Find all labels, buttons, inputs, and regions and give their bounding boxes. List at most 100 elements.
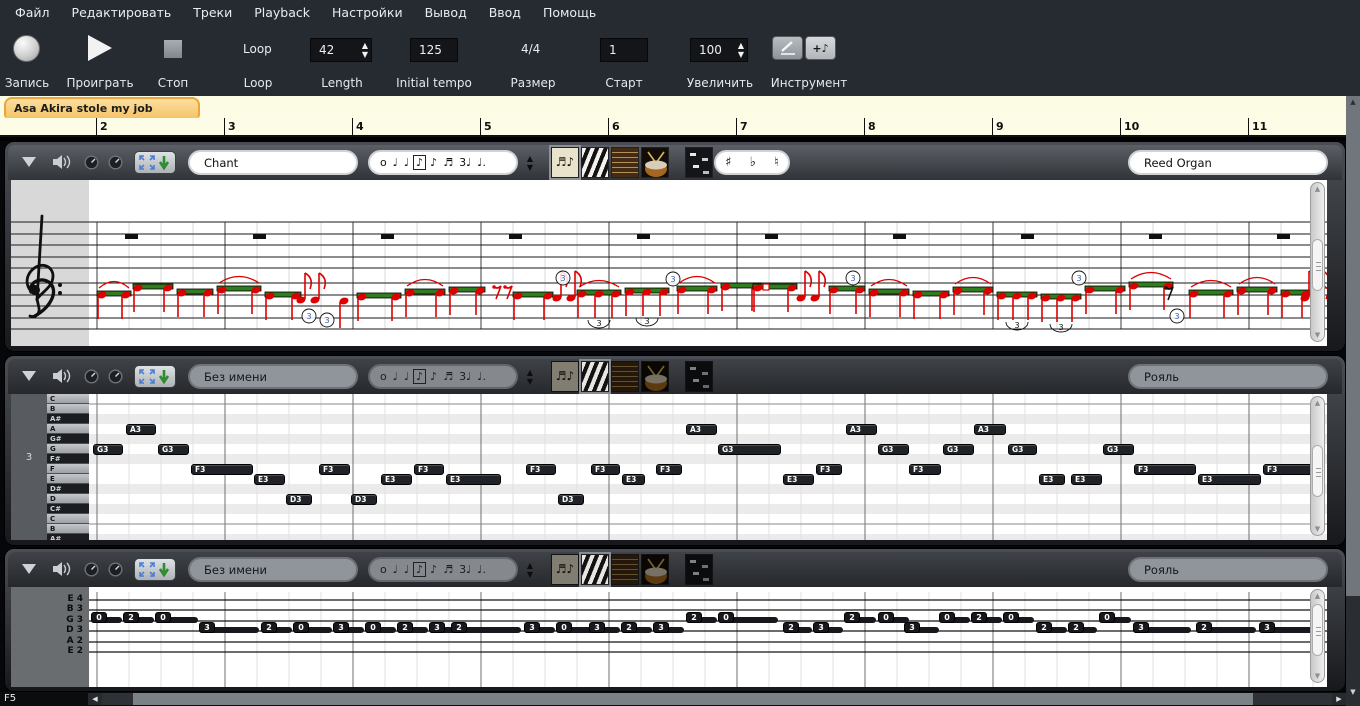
piano-key-C#[interactable]: C# <box>47 504 89 514</box>
tab-note-fret[interactable]: 2 <box>261 622 277 633</box>
piano-key-B[interactable]: B <box>47 404 89 414</box>
pianoroll-note[interactable]: D3 <box>558 494 584 505</box>
tab-note-fret[interactable]: 0 <box>293 622 309 633</box>
piano-key-E[interactable]: E <box>47 474 89 484</box>
duration-0-button[interactable]: o <box>378 563 389 576</box>
pianoroll-note[interactable]: A3 <box>126 424 156 435</box>
piano-key-A#[interactable]: A# <box>47 534 89 540</box>
add-note-button[interactable]: +♪ <box>805 36 836 60</box>
view-notation-button[interactable]: ♬♪ <box>551 147 579 178</box>
pianoroll-note[interactable]: G3 <box>878 444 909 455</box>
menu-item-3[interactable]: Playback <box>243 0 321 26</box>
play-icon[interactable] <box>88 35 112 61</box>
tab-note-fret[interactable]: 0 <box>718 612 734 623</box>
accidental-1-button[interactable]: ♭ <box>750 155 756 170</box>
speaker-icon[interactable] <box>52 367 72 389</box>
pianoroll-note[interactable]: F3 <box>319 464 350 475</box>
scroll-up-icon[interactable]: ▲ <box>1311 185 1324 193</box>
duration-6-button[interactable]: 3♩ <box>457 156 473 169</box>
notation-canvas[interactable]: 33333333333▲▼ <box>11 180 1327 346</box>
pianoroll-note[interactable]: F3 <box>414 464 444 475</box>
pan-knob-icon[interactable] <box>108 369 123 388</box>
instrument-field[interactable]: Рояль <box>1128 364 1328 389</box>
scroll-down-icon[interactable]: ▼ <box>1311 672 1324 680</box>
expand-import-button[interactable] <box>134 151 176 174</box>
view-tracker-button[interactable] <box>685 147 713 178</box>
tab-note-fret[interactable]: 0 <box>939 612 955 623</box>
duration-4-button[interactable]: ♪ <box>428 563 439 576</box>
duration-2-button[interactable]: ♩ <box>402 156 411 169</box>
tab-note-fret[interactable]: 2 <box>1036 622 1052 633</box>
tab-note-fret[interactable]: 2 <box>783 622 799 633</box>
piano-key-A#[interactable]: A# <box>47 414 89 424</box>
pianoroll-note[interactable]: E3 <box>1198 474 1261 485</box>
record-icon[interactable] <box>13 35 40 62</box>
piano-key-D[interactable]: D <box>47 494 89 504</box>
scrollbar-thumb[interactable] <box>1312 604 1323 656</box>
pianoroll-note[interactable]: F3 <box>1134 464 1196 475</box>
length-spinbox[interactable]: 42 ▲▼ <box>310 38 372 62</box>
view-tracker-button[interactable] <box>685 554 713 585</box>
pianoroll-note[interactable]: G3 <box>718 444 781 455</box>
pianoroll-canvas[interactable]: 3CBA#AG#GF#FED#DC#CBA#G3A3G3F3E3D3F3D3E3… <box>11 394 1327 540</box>
pianoroll-note[interactable]: E3 <box>783 474 814 485</box>
tab-note-fret[interactable]: 3 <box>904 622 920 633</box>
pianoroll-note[interactable]: E3 <box>381 474 412 485</box>
pan-knob-icon[interactable] <box>108 155 123 174</box>
volume-knob-icon[interactable] <box>84 369 99 388</box>
volume-knob-icon[interactable] <box>84 155 99 174</box>
instrument-field[interactable]: Reed Organ <box>1128 150 1328 175</box>
duration-2-button[interactable]: ♩ <box>402 563 411 576</box>
tab-note-fret[interactable]: 2 <box>1196 622 1212 633</box>
volume-knob-icon[interactable] <box>84 562 99 581</box>
piano-key-C[interactable]: C <box>47 514 89 524</box>
track-name-field[interactable]: Без имени <box>188 557 358 582</box>
view-piano-button[interactable] <box>581 361 609 392</box>
speaker-icon[interactable] <box>52 153 72 175</box>
duration-7-button[interactable]: ♩. <box>475 563 488 576</box>
pianoroll-note[interactable]: A3 <box>974 424 1006 435</box>
pianoroll-note[interactable]: D3 <box>351 494 377 505</box>
tab-note-fret[interactable]: 3 <box>429 622 445 633</box>
piano-key-A[interactable]: A <box>47 424 89 434</box>
pianoroll-note[interactable]: D3 <box>286 494 312 505</box>
pianoroll-note[interactable]: E3 <box>254 474 285 485</box>
tab-note-fret[interactable]: 2 <box>1068 622 1084 633</box>
duration-spinner[interactable]: ▲▼ <box>522 366 538 387</box>
pianoroll-note[interactable]: E3 <box>622 474 645 485</box>
length-spin-arrows[interactable]: ▲▼ <box>362 41 368 59</box>
duration-0-button[interactable]: o <box>378 370 389 383</box>
pianoroll-note[interactable]: A3 <box>846 424 877 435</box>
duration-0-button[interactable]: o <box>378 156 389 169</box>
view-guitar-button[interactable] <box>611 554 639 585</box>
menu-item-1[interactable]: Редактировать <box>61 0 183 26</box>
scroll-left-icon[interactable]: ◀ <box>88 693 102 705</box>
pianoroll-note[interactable]: E3 <box>1071 474 1102 485</box>
instrument-field[interactable]: Рояль <box>1128 557 1328 582</box>
zoom-spin-arrows[interactable]: ▲▼ <box>738 41 744 59</box>
track-vertical-scrollbar[interactable]: ▲▼ <box>1310 396 1325 536</box>
duration-spinner[interactable]: ▲▼ <box>522 152 538 173</box>
start-field[interactable]: 1 <box>600 38 648 62</box>
piano-key-B[interactable]: B <box>47 524 89 534</box>
duration-7-button[interactable]: ♩. <box>475 156 488 169</box>
tab-note-fret[interactable]: 2 <box>397 622 413 633</box>
menu-item-2[interactable]: Треки <box>182 0 243 26</box>
track-name-field[interactable]: Без имени <box>188 364 358 389</box>
tab-note-fret[interactable]: 0 <box>91 612 107 623</box>
tab-note-fret[interactable]: 3 <box>813 622 829 633</box>
loop-toggle[interactable]: Loop <box>243 42 272 56</box>
accidental-2-button[interactable]: ♮ <box>774 155 779 170</box>
duration-5-button[interactable]: ♬ <box>441 156 455 169</box>
measure-ruler[interactable]: 234567891011 <box>0 118 1348 137</box>
piano-key-C[interactable]: C <box>47 394 89 404</box>
accidental-0-button[interactable]: ♯ <box>725 155 731 170</box>
scrollbar-thumb[interactable] <box>1312 239 1323 291</box>
view-piano-button[interactable] <box>581 554 609 585</box>
tab-note-fret[interactable]: 2 <box>971 612 987 623</box>
scroll-down-icon[interactable]: ▼ <box>1311 331 1324 339</box>
tab-note-fret[interactable]: 0 <box>556 622 572 633</box>
duration-7-button[interactable]: ♩. <box>475 370 488 383</box>
menu-item-0[interactable]: Файл <box>4 0 61 26</box>
tab-note-fret[interactable]: 3 <box>1133 622 1149 633</box>
